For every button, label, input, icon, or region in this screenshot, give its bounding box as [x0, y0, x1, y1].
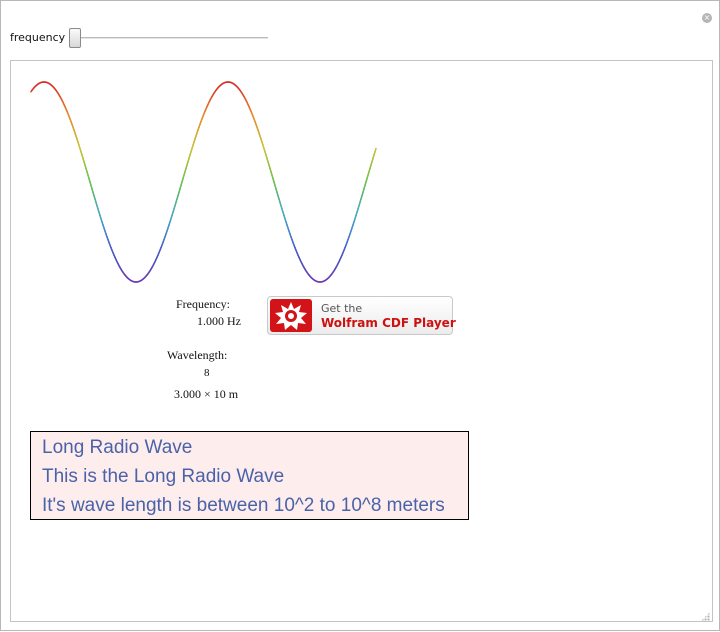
cdf-player-label: Wolfram CDF Player [321, 316, 456, 330]
wave-description-box: Long Radio Wave This is the Long Radio W… [30, 431, 469, 520]
frequency-value: 1.000 Hz [197, 314, 241, 329]
wave-description: This is the Long Radio Wave [42, 466, 284, 488]
wave-length-range: It's wave length is between 10^2 to 10^8… [42, 495, 445, 517]
manipulate-frame: × frequency Frequency: 1.000 Hz Waveleng… [0, 0, 720, 631]
wave-segment [375, 149, 376, 152]
wavelength-exponent: 8 [204, 367, 210, 379]
wave-name: Long Radio Wave [42, 437, 192, 459]
wolfram-spikey-icon [270, 299, 312, 332]
wavelength-value: 3.000 × 10 m [174, 387, 238, 402]
cdf-get-the-label: Get the [321, 302, 362, 315]
wavelength-heading: Wavelength: [167, 348, 227, 363]
sine-wave [31, 82, 376, 282]
frequency-heading: Frequency: [176, 297, 230, 312]
get-cdf-player-button[interactable]: Get the Wolfram CDF Player [267, 296, 453, 335]
